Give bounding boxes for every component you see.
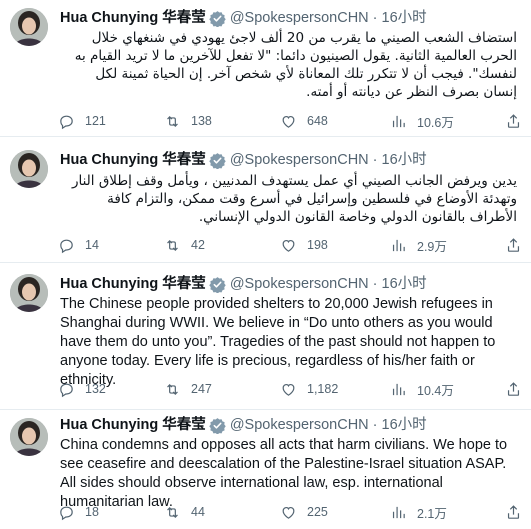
retweet-count: 247 bbox=[191, 382, 212, 396]
views-count: 2.1万 bbox=[417, 506, 447, 521]
share-button[interactable] bbox=[505, 502, 522, 522]
views-button[interactable]: 10.6万 bbox=[390, 111, 454, 131]
avatar[interactable] bbox=[10, 418, 48, 456]
tweet-header: Hua Chunying 华春莹 @SpokespersonCHN · 16小时 bbox=[60, 150, 427, 170]
views-bar-chart-icon bbox=[392, 115, 405, 127]
separator-dot: · bbox=[368, 152, 382, 168]
author-handle[interactable]: @SpokespersonCHN bbox=[230, 8, 369, 28]
tweet[interactable]: Hua Chunying 华春莹 @SpokespersonCHN · 16小时… bbox=[0, 138, 531, 263]
reply-count: 121 bbox=[85, 114, 106, 128]
share-button[interactable] bbox=[505, 111, 522, 131]
retweet-count: 44 bbox=[191, 505, 205, 519]
reply-icon bbox=[60, 506, 73, 520]
retweet-button[interactable]: 44 bbox=[164, 502, 205, 522]
avatar[interactable] bbox=[10, 8, 48, 46]
retweet-button[interactable]: 247 bbox=[164, 379, 212, 399]
verified-badge-icon bbox=[209, 10, 226, 27]
views-count: 10.4万 bbox=[417, 383, 454, 398]
retweet-count: 138 bbox=[191, 114, 212, 128]
separator-dot: · bbox=[368, 417, 382, 433]
timestamp[interactable]: 16小时 bbox=[382, 150, 427, 170]
tweet[interactable]: Hua Chunying 华春莹 @SpokespersonCHN · 16小时… bbox=[0, 411, 531, 529]
retweet-icon bbox=[167, 239, 178, 251]
retweet-button[interactable]: 42 bbox=[164, 235, 205, 255]
timestamp[interactable]: 16小时 bbox=[382, 274, 427, 294]
reply-icon bbox=[60, 383, 73, 397]
retweet-icon bbox=[167, 383, 178, 395]
separator-dot: · bbox=[368, 276, 382, 292]
share-icon bbox=[507, 504, 520, 519]
views-button[interactable]: 2.9万 bbox=[390, 235, 447, 255]
heart-icon bbox=[282, 115, 295, 128]
views-count: 10.6万 bbox=[417, 115, 454, 130]
like-count: 198 bbox=[307, 238, 328, 252]
reply-count: 18 bbox=[85, 505, 99, 519]
tweet-actions: 18 44 225 2.1万 bbox=[58, 502, 523, 522]
views-count: 2.9万 bbox=[417, 239, 447, 254]
share-icon bbox=[507, 113, 520, 128]
verified-badge-icon bbox=[209, 276, 226, 293]
author-name[interactable]: Hua Chunying 华春莹 bbox=[60, 415, 206, 435]
like-button[interactable]: 198 bbox=[280, 235, 328, 255]
reply-count: 132 bbox=[85, 382, 106, 396]
views-button[interactable]: 2.1万 bbox=[390, 502, 447, 522]
heart-icon bbox=[282, 383, 295, 396]
author-name[interactable]: Hua Chunying 华春莹 bbox=[60, 8, 206, 28]
tweet[interactable]: Hua Chunying 华春莹 @SpokespersonCHN · 16小时… bbox=[0, 0, 531, 137]
reply-icon bbox=[60, 115, 73, 129]
retweet-icon bbox=[167, 115, 178, 127]
like-count: 1,182 bbox=[307, 382, 339, 396]
like-count: 648 bbox=[307, 114, 328, 128]
separator-dot: · bbox=[368, 10, 382, 26]
tweet-text: استضاف الشعب الصيني ما يقرب من 20 ألف لا… bbox=[74, 30, 517, 100]
author-handle[interactable]: @SpokespersonCHN bbox=[230, 150, 369, 170]
verified-badge-icon bbox=[209, 417, 226, 434]
avatar[interactable] bbox=[10, 150, 48, 188]
timestamp[interactable]: 16小时 bbox=[382, 415, 427, 435]
share-icon bbox=[507, 381, 520, 396]
tweet-text: The Chinese people provided shelters to … bbox=[60, 296, 496, 388]
tweet-actions: 121 138 648 10.6万 bbox=[58, 111, 523, 131]
retweet-button[interactable]: 138 bbox=[164, 111, 212, 131]
retweet-count: 42 bbox=[191, 238, 205, 252]
avatar[interactable] bbox=[10, 274, 48, 312]
retweet-icon bbox=[167, 506, 178, 518]
tweet-header: Hua Chunying 华春莹 @SpokespersonCHN · 16小时 bbox=[60, 8, 427, 28]
share-button[interactable] bbox=[505, 235, 522, 255]
reply-button[interactable]: 18 bbox=[58, 502, 99, 522]
heart-icon bbox=[282, 506, 295, 519]
author-handle[interactable]: @SpokespersonCHN bbox=[230, 274, 369, 294]
reply-count: 14 bbox=[85, 238, 99, 252]
like-button[interactable]: 225 bbox=[280, 502, 328, 522]
tweet-header: Hua Chunying 华春莹 @SpokespersonCHN · 16小时 bbox=[60, 274, 427, 294]
tweet-header: Hua Chunying 华春莹 @SpokespersonCHN · 16小时 bbox=[60, 415, 427, 435]
author-handle[interactable]: @SpokespersonCHN bbox=[230, 415, 369, 435]
timestamp[interactable]: 16小时 bbox=[382, 8, 427, 28]
views-bar-chart-icon bbox=[392, 506, 405, 518]
views-button[interactable]: 10.4万 bbox=[390, 379, 454, 399]
author-name[interactable]: Hua Chunying 华春莹 bbox=[60, 150, 206, 170]
reply-button[interactable]: 14 bbox=[58, 235, 99, 255]
reply-button[interactable]: 121 bbox=[58, 111, 106, 131]
tweet-text: يدين ويرفض الجانب الصيني أي عمل يستهدف ا… bbox=[71, 173, 517, 225]
tweet[interactable]: Hua Chunying 华春莹 @SpokespersonCHN · 16小时… bbox=[0, 264, 531, 410]
reply-icon bbox=[60, 239, 73, 253]
tweet-actions: 14 42 198 2.9万 bbox=[58, 235, 523, 255]
views-bar-chart-icon bbox=[392, 383, 405, 395]
tweet-text: China condemns and opposes all acts that… bbox=[60, 437, 508, 510]
views-bar-chart-icon bbox=[392, 239, 405, 251]
author-name[interactable]: Hua Chunying 华春莹 bbox=[60, 274, 206, 294]
heart-icon bbox=[282, 239, 295, 252]
like-count: 225 bbox=[307, 505, 328, 519]
share-icon bbox=[507, 237, 520, 252]
reply-button[interactable]: 132 bbox=[58, 379, 106, 399]
verified-badge-icon bbox=[209, 152, 226, 169]
like-button[interactable]: 1,182 bbox=[280, 379, 338, 399]
share-button[interactable] bbox=[505, 379, 522, 399]
tweet-actions: 132 247 1,182 10.4万 bbox=[58, 379, 523, 399]
like-button[interactable]: 648 bbox=[280, 111, 328, 131]
